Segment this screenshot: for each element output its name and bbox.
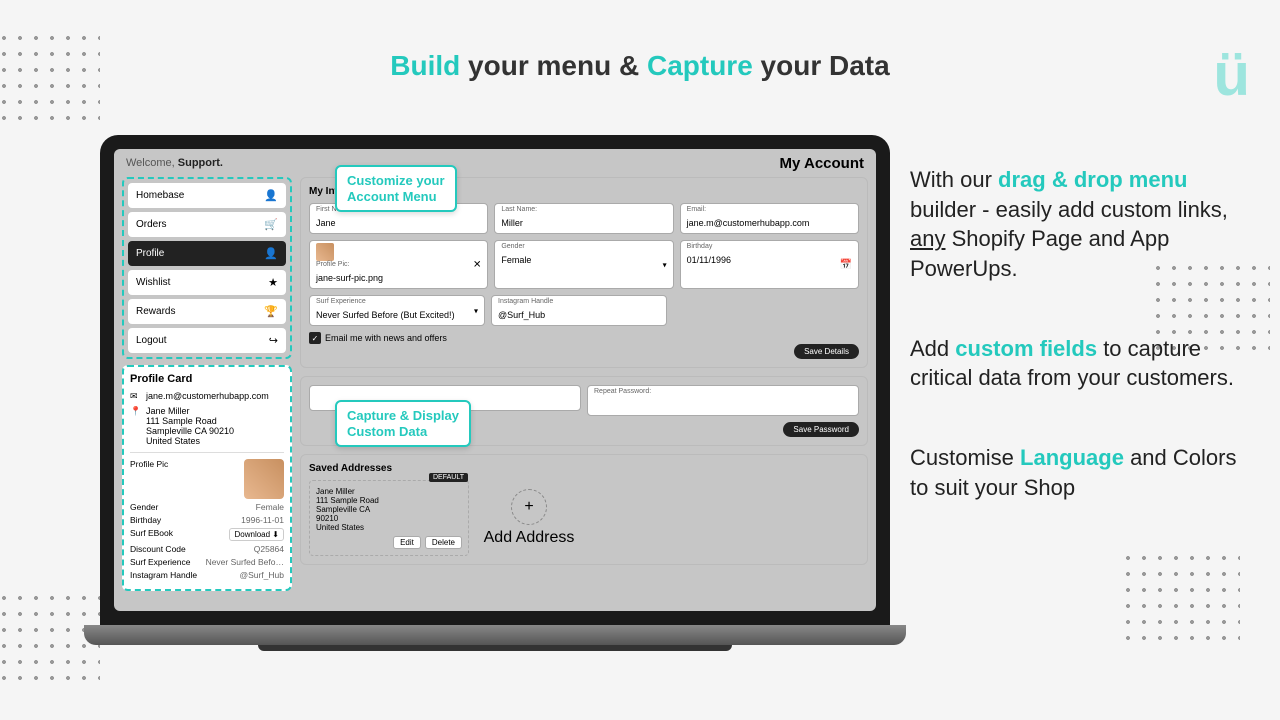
menu-homebase[interactable]: Homebase👤 [128,183,286,208]
cart-icon: 🛒 [264,218,278,231]
callout-customize-menu: Customize your Account Menu [335,165,457,212]
menu-profile[interactable]: Profile👤 [128,241,286,266]
profile-card-title: Profile Card [130,373,284,385]
laptop-mockup: Welcome, Support. My Account Homebase👤 O… [100,135,890,665]
birthday-field[interactable]: Birthday01/11/1996📅 [680,240,859,289]
default-badge: DEFAULT [429,473,468,482]
chevron-down-icon: ▾ [474,306,478,315]
gender-select[interactable]: GenderFemale▾ [494,240,673,289]
logout-icon: ↪ [269,334,278,347]
star-icon: ★ [268,276,278,289]
checkbox-label: Email me with news and offers [325,333,447,343]
address-card: DEFAULT Jane Miller 111 Sample Road Samp… [309,480,469,556]
menu-wishlist[interactable]: Wishlist★ [128,270,286,295]
save-password-button[interactable]: Save Password [783,422,859,437]
headline: Build your menu & Capture your Data [0,0,1280,82]
download-button[interactable]: Download ⬇ [229,528,284,541]
email-field[interactable]: Email:jane.m@customerhubapp.com [680,203,859,234]
mail-icon: ✉ [130,391,142,402]
plus-icon[interactable]: + [511,489,547,525]
menu-rewards[interactable]: Rewards🏆 [128,299,286,324]
trophy-icon: 🏆 [264,305,278,318]
save-details-button[interactable]: Save Details [794,344,859,359]
newsletter-checkbox[interactable]: ✓ [309,332,321,344]
menu-orders[interactable]: Orders🛒 [128,212,286,237]
pic-thumb [316,243,334,261]
calendar-icon: 📅 [840,259,852,270]
account-menu: Homebase👤 Orders🛒 Profile👤 Wishlist★ Rew… [122,177,292,359]
clear-icon[interactable]: ✕ [473,259,481,270]
instagram-field[interactable]: Instagram Handle@Surf_Hub [491,295,667,326]
chevron-down-icon: ▾ [663,260,667,269]
page-title: My Account [780,155,864,172]
welcome-text: Welcome, Support. [126,157,223,169]
marketing-copy: With our drag & drop menu builder - easi… [910,165,1250,553]
user-icon: 👤 [264,189,278,202]
last-name-field[interactable]: Last Name:Miller [494,203,673,234]
repeat-password-field[interactable]: Repeat Password: [587,385,859,416]
avatar [244,459,284,499]
callout-custom-data: Capture & Display Custom Data [335,400,471,447]
brand-logo: ü [1213,40,1250,109]
add-address-label: Add Address [479,529,579,547]
add-address-tile[interactable]: + Add Address [479,489,579,547]
user-icon: 👤 [264,247,278,260]
surf-experience-select[interactable]: Surf ExperienceNever Surfed Before (But … [309,295,485,326]
edit-address-button[interactable]: Edit [393,536,421,549]
delete-address-button[interactable]: Delete [425,536,462,549]
section-title: Saved Addresses [309,463,859,474]
profile-pic-field[interactable]: Profile Pic:jane-surf-pic.png✕ [309,240,488,289]
menu-logout[interactable]: Logout↪ [128,328,286,353]
saved-addresses-section: Saved Addresses DEFAULT Jane Miller 111 … [300,454,868,565]
profile-card: Profile Card ✉jane.m@customerhubapp.com … [122,365,292,591]
pin-icon: 📍 [130,406,142,417]
